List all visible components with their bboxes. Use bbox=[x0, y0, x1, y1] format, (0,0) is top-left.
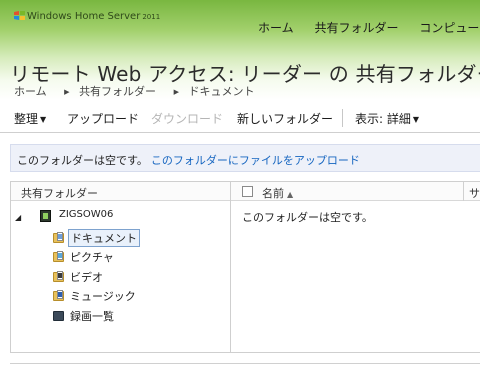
tree-item-label: ドキュメント bbox=[68, 228, 140, 247]
nav-home[interactable]: ホーム bbox=[258, 21, 294, 35]
second-column-header[interactable]: サ bbox=[469, 185, 480, 201]
breadcrumb-separator-icon: ▶ bbox=[173, 88, 179, 96]
breadcrumb-separator-icon: ▶ bbox=[64, 88, 70, 96]
name-header-label: 名前 bbox=[262, 187, 284, 200]
toolbar-divider bbox=[342, 109, 343, 127]
upload-to-folder-link[interactable]: このフォルダーにファイルをアップロード bbox=[151, 154, 360, 167]
footer-divider bbox=[10, 363, 480, 364]
tree-item-label: ミュージック bbox=[70, 290, 136, 303]
computer-name: ZIGSOW06 bbox=[59, 209, 114, 220]
browser-pane: 共有フォルダー ◢ ZIGSOW06 ドキュメント ピクチャ ビデオ ミュージッ… bbox=[10, 181, 480, 353]
chevron-down-icon: ▼ bbox=[40, 115, 47, 124]
toolbar: 整理 ▼ アップロード ダウンロード 新しいフォルダー 表示: 詳細 ▼ bbox=[0, 103, 480, 133]
tree-item-label: ビデオ bbox=[70, 270, 103, 284]
new-folder-button[interactable]: 新しいフォルダー bbox=[237, 110, 333, 127]
breadcrumb-shared-folders[interactable]: 共有フォルダー bbox=[79, 85, 156, 98]
folder-tree: ◢ ZIGSOW06 ドキュメント ピクチャ ビデオ ミュージック 録画一覧 bbox=[11, 209, 230, 326]
brand-logo: Windows Home Server 2011 bbox=[14, 11, 160, 22]
info-message: このフォルダーは空です。 bbox=[17, 154, 148, 167]
breadcrumb-home[interactable]: ホーム bbox=[14, 85, 47, 98]
sort-ascending-icon: ▲ bbox=[287, 190, 294, 199]
tree-item-label: ピクチャ bbox=[70, 251, 114, 264]
tree-header: 共有フォルダー bbox=[21, 187, 98, 200]
computer-icon bbox=[40, 210, 51, 222]
select-all-checkbox[interactable] bbox=[242, 186, 253, 197]
tree-item-documents[interactable]: ドキュメント bbox=[11, 228, 230, 249]
breadcrumb-documents: ドキュメント bbox=[188, 85, 255, 98]
nav-computers[interactable]: コンピュータ bbox=[419, 21, 480, 35]
view-label: 表示: 詳細 bbox=[355, 112, 411, 126]
recorded-tv-folder-icon bbox=[53, 310, 65, 322]
tree-item-pictures[interactable]: ピクチャ bbox=[11, 248, 230, 268]
videos-folder-icon bbox=[53, 270, 65, 283]
empty-folder-message: このフォルダーは空です。 bbox=[242, 211, 373, 224]
breadcrumb: ホーム ▶ 共有フォルダー ▶ ドキュメント bbox=[14, 83, 254, 99]
tree-computer-node[interactable]: ◢ ZIGSOW06 bbox=[11, 209, 230, 229]
collapse-arrow-icon[interactable]: ◢ bbox=[15, 213, 21, 222]
folder-tree-pane: 共有フォルダー ◢ ZIGSOW06 ドキュメント ピクチャ ビデオ ミュージッ… bbox=[11, 182, 231, 352]
view-menu-button[interactable]: 表示: 詳細 ▼ bbox=[355, 110, 419, 127]
download-button: ダウンロード bbox=[151, 112, 224, 126]
windows-logo-icon bbox=[14, 11, 25, 20]
organize-label: 整理 bbox=[14, 112, 39, 126]
brand-name: Windows Home Server bbox=[27, 11, 141, 22]
tree-item-music[interactable]: ミュージック bbox=[11, 287, 230, 307]
tree-item-recorded-tv[interactable]: 録画一覧 bbox=[11, 307, 230, 327]
tree-item-label: 録画一覧 bbox=[70, 309, 114, 323]
organize-menu-button[interactable]: 整理 ▼ bbox=[14, 110, 46, 127]
documents-folder-icon bbox=[53, 231, 65, 244]
upload-button[interactable]: アップロード bbox=[67, 110, 139, 127]
tree-item-videos[interactable]: ビデオ bbox=[11, 268, 230, 288]
nav-shared-folders[interactable]: 共有フォルダー bbox=[314, 21, 398, 35]
pictures-folder-icon bbox=[53, 251, 65, 263]
chevron-down-icon: ▼ bbox=[412, 115, 420, 124]
music-folder-icon bbox=[53, 290, 65, 302]
top-nav: ホーム 共有フォルダー コンピュータ bbox=[258, 19, 480, 36]
name-column-header[interactable]: 名前 ▲ bbox=[262, 185, 293, 201]
brand-year: 2011 bbox=[142, 13, 161, 21]
info-bar: このフォルダーは空です。 このフォルダーにファイルをアップロード bbox=[10, 144, 480, 172]
column-divider[interactable] bbox=[463, 182, 464, 201]
